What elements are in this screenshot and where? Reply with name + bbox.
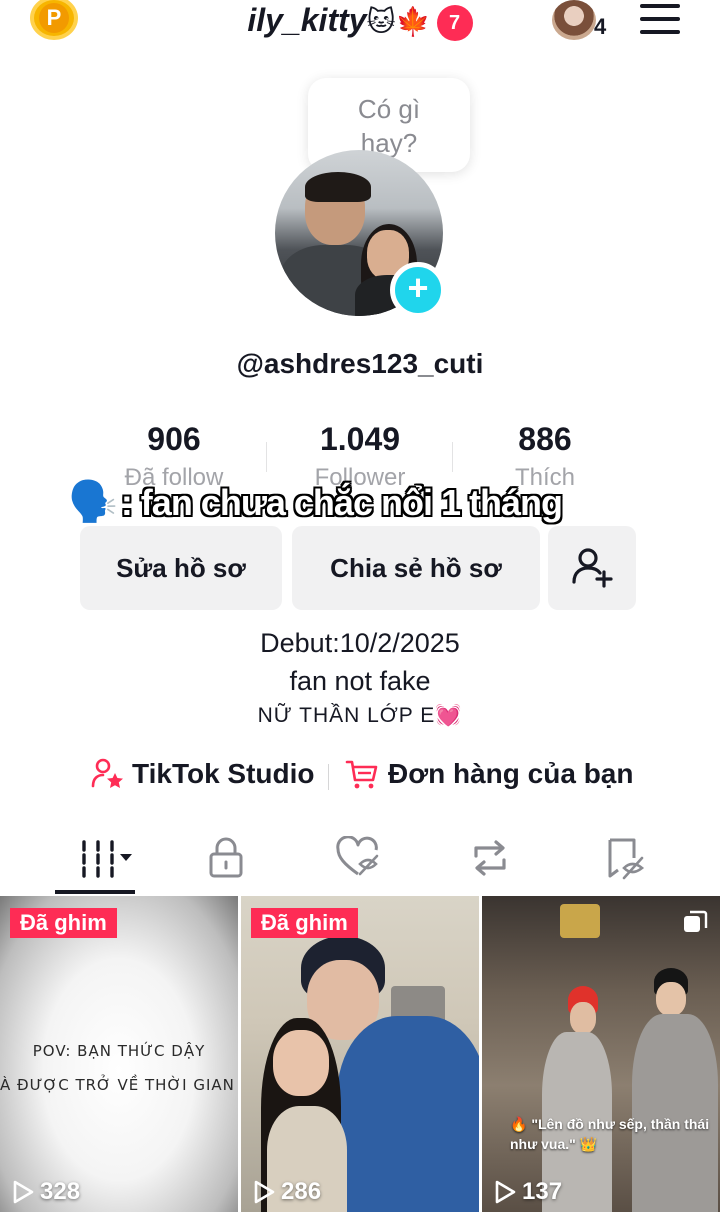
- video-text-line-1: POV: BẠN THỨC DẬY: [32, 1042, 206, 1060]
- speaking-head-emoji: 🗣️: [68, 480, 118, 524]
- multiple-photos-icon: [684, 910, 708, 932]
- bio-line-1: Debut:10/2/2025: [260, 628, 460, 658]
- stat-divider: [452, 442, 453, 472]
- orders-label: Đơn hàng của bạn: [388, 758, 634, 789]
- likes-count: 886: [518, 421, 572, 457]
- top-bar: P ily_kitty🐱🍁 7 4: [0, 0, 720, 48]
- lock-icon: [209, 837, 243, 878]
- add-user-icon: [572, 548, 613, 588]
- share-profile-button[interactable]: Chia sẻ hồ sơ: [292, 526, 540, 610]
- hamburger-menu-icon[interactable]: [640, 4, 680, 34]
- bio-line-3: NỮ THẦN LỚP E💓: [0, 704, 720, 728]
- hidden-bookmark-icon: [608, 838, 645, 880]
- followers-count: 1.049: [319, 421, 401, 457]
- bio-line-2: fan not fake: [289, 666, 431, 696]
- shopping-cart-icon: [345, 760, 378, 789]
- account-switch-avatar[interactable]: [552, 0, 596, 40]
- tab-reposts[interactable]: [450, 828, 530, 888]
- repost-icon: [474, 840, 506, 876]
- tab-videos[interactable]: [62, 828, 142, 888]
- view-count: 137: [494, 1178, 562, 1206]
- pinned-badge: Đã ghim: [10, 908, 117, 938]
- play-icon: [13, 1180, 34, 1204]
- play-icon: [254, 1180, 275, 1204]
- view-count-value: 328: [40, 1178, 81, 1205]
- orders-link[interactable]: Đơn hàng của bạn: [344, 756, 633, 792]
- bio-line-3-text: NỮ THẦN LỚP E: [257, 704, 436, 727]
- content-tabs: [0, 828, 720, 896]
- play-icon: [495, 1180, 516, 1204]
- hidden-heart-icon: [336, 836, 379, 876]
- stat-divider: [266, 442, 267, 472]
- account-title[interactable]: ily_kitty🐱🍁 7: [0, 0, 720, 42]
- sticker-caption: 🗣️: fan chưa chắc nổi 1 tháng: [68, 478, 648, 538]
- video-thumbnail[interactable]: Đã ghim 286: [241, 896, 479, 1212]
- profile-handle: @ashdres123_cuti: [236, 348, 484, 379]
- account-name: ily_kitty: [247, 2, 367, 38]
- links-divider: [328, 764, 329, 790]
- sticker-caption-text: : fan chưa chắc nổi 1 tháng: [120, 482, 563, 523]
- edit-profile-button[interactable]: Sửa hồ sơ: [80, 526, 282, 610]
- profile-links: TikTok Studio Đơn hàng của bạn: [0, 756, 720, 800]
- notification-badge: 7: [436, 4, 473, 41]
- video-text-line-2: À ĐƯỢC TRỞ VỀ THỜI GIAN ĐÓ: [0, 1076, 238, 1094]
- account-switch-count: 4: [594, 14, 607, 39]
- view-count-value: 286: [281, 1178, 322, 1205]
- tab-private[interactable]: [186, 828, 266, 888]
- heart-emoji: 💓: [435, 704, 463, 727]
- video-thumbnail[interactable]: 🔥 "Lên đồ như sếp, thần thái như vua." 👑…: [482, 896, 720, 1212]
- pinned-badge: Đã ghim: [251, 908, 358, 938]
- view-count: 328: [12, 1178, 80, 1206]
- view-count: 286: [253, 1178, 321, 1206]
- video-thumbnail[interactable]: Đã ghim POV: BẠN THỨC DẬY À ĐƯỢC TRỞ VỀ …: [0, 896, 238, 1212]
- video-caption: 🔥 "Lên đồ như sếp, thần thái như vua." 👑: [510, 1116, 710, 1152]
- active-tab-indicator: [55, 890, 135, 894]
- view-count-value: 137: [522, 1178, 563, 1205]
- add-story-plus-icon[interactable]: +: [390, 262, 446, 318]
- tiktok-studio-label: TikTok Studio: [132, 758, 315, 789]
- grid-videos-icon: [82, 840, 132, 878]
- bubble-line-1: Có gì: [357, 94, 421, 124]
- tab-saved[interactable]: [586, 828, 666, 888]
- tiktok-studio-link[interactable]: TikTok Studio: [90, 756, 315, 792]
- add-friends-button[interactable]: [548, 526, 636, 610]
- following-count: 906: [147, 421, 201, 457]
- title-emojis: 🐱🍁: [366, 6, 431, 37]
- tab-liked[interactable]: [318, 828, 398, 888]
- studio-person-star-icon: [91, 758, 123, 788]
- video-grid: Đã ghim POV: BẠN THỨC DẬY À ĐƯỢC TRỞ VỀ …: [0, 896, 720, 1212]
